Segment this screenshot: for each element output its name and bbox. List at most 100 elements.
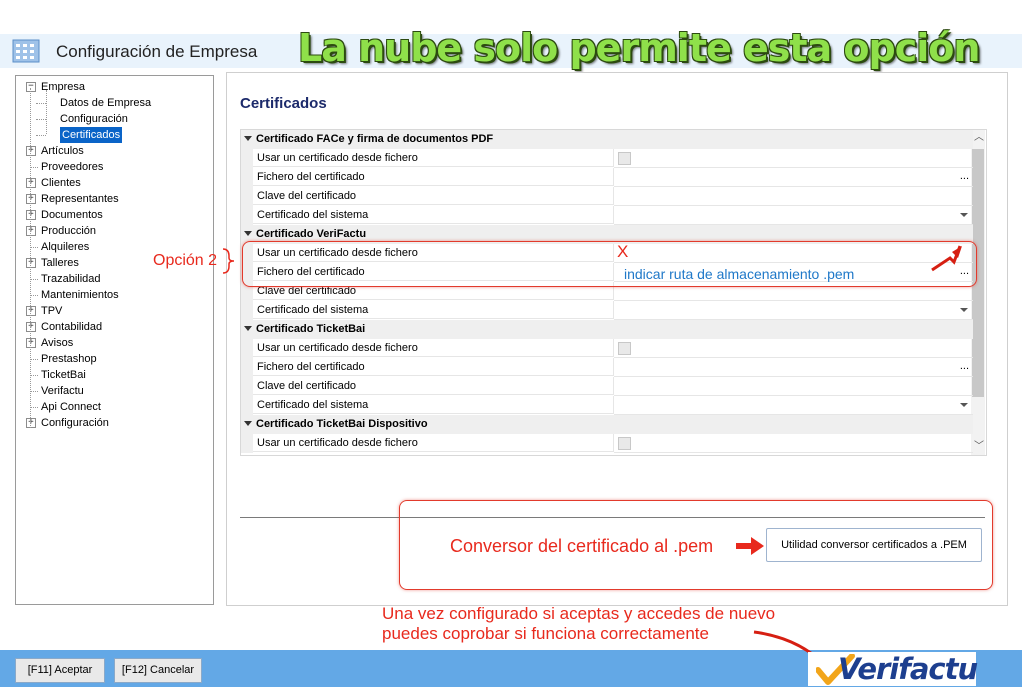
logo-text: Verifactu	[838, 652, 978, 686]
chevron-down-icon[interactable]	[960, 403, 968, 407]
grid-scrollbar[interactable]: ︿ ﹀	[971, 130, 985, 455]
tree-item-label: Representantes	[41, 193, 119, 205]
property-row[interactable]: Certificado del sistema	[241, 206, 973, 225]
tree-item-label: Certificados	[60, 127, 123, 143]
expand-icon[interactable]: +	[26, 226, 36, 236]
property-value[interactable]	[614, 339, 973, 358]
property-row[interactable]: Usar un certificado desde fichero	[241, 339, 973, 358]
property-name: Usar un certificado desde fichero	[253, 434, 614, 452]
verifactu-logo: Verifactu	[808, 652, 978, 686]
tree-item-label: Empresa	[41, 81, 86, 93]
row-gutter	[241, 377, 253, 396]
property-row[interactable]: Clave del certificado	[241, 187, 973, 206]
property-name: Clave del certificado	[253, 187, 614, 205]
tree-connector	[30, 88, 31, 428]
cancel-button[interactable]: [F12] Cancelar	[114, 658, 202, 683]
property-value[interactable]	[614, 206, 973, 225]
final-note: Una vez configurado si aceptas y accedes…	[382, 604, 775, 644]
property-value[interactable]	[614, 434, 973, 453]
tree-item-label: Api Connect	[41, 401, 101, 413]
tree-connector	[30, 247, 38, 248]
tree-connector	[30, 391, 38, 392]
collapse-icon[interactable]	[244, 421, 252, 426]
property-name: Certificado del sistema	[253, 301, 614, 319]
property-group[interactable]: Certificado TicketBai Dispositivo	[241, 415, 973, 434]
chevron-down-icon[interactable]	[960, 308, 968, 312]
property-row[interactable]: Fichero del certificado...	[241, 358, 973, 377]
tree-item-label: Trazabilidad	[41, 273, 101, 285]
property-value[interactable]	[614, 149, 973, 168]
scroll-up-icon[interactable]: ︿	[974, 133, 984, 143]
scroll-down-icon[interactable]: ﹀	[974, 442, 984, 452]
property-row[interactable]: Certificado del sistema	[241, 396, 973, 415]
collapse-icon[interactable]	[244, 136, 252, 141]
group-label: Certificado TicketBai	[256, 323, 366, 335]
tree-item-label: TPV	[41, 305, 63, 317]
property-group[interactable]: Certificado TicketBai	[241, 320, 973, 339]
checkbox[interactable]	[618, 437, 631, 450]
checkbox[interactable]	[618, 152, 631, 165]
expand-icon[interactable]: +	[26, 194, 36, 204]
building-icon	[12, 38, 40, 64]
property-row[interactable]: Usar un certificado desde fichero	[241, 149, 973, 168]
tree-connector	[30, 167, 38, 168]
property-group[interactable]: Certificado FACe y firma de documentos P…	[241, 130, 973, 149]
tree-item-label: Talleres	[41, 257, 79, 269]
property-row[interactable]: Certificado del sistema	[241, 301, 973, 320]
banner-heading: La nube solo permite esta opción	[298, 26, 980, 70]
collapse-icon[interactable]	[244, 231, 252, 236]
collapse-icon[interactable]: −	[26, 82, 36, 92]
tree-connector	[36, 119, 46, 120]
tree-connector	[36, 135, 46, 136]
tree-item-label: Proveedores	[41, 161, 104, 173]
row-gutter	[241, 339, 253, 358]
arrow-right-icon	[736, 537, 764, 555]
row-gutter	[241, 187, 253, 206]
expand-icon[interactable]: +	[26, 322, 36, 332]
converter-note: Conversor del certificado al .pem	[450, 536, 714, 556]
tree-connector	[30, 407, 38, 408]
final-note-line2: puedes coprobar si funciona correctament…	[382, 624, 709, 643]
collapse-icon[interactable]	[244, 326, 252, 331]
ellipsis-button[interactable]: ...	[960, 168, 969, 184]
property-value[interactable]	[614, 377, 973, 396]
tree-item-label: Datos de Empresa	[60, 97, 152, 109]
expand-icon[interactable]: +	[26, 146, 36, 156]
property-name: Certificado del sistema	[253, 206, 614, 224]
property-value[interactable]: ...	[614, 168, 973, 187]
property-value[interactable]	[614, 301, 973, 320]
section-title: Certificados	[240, 95, 327, 112]
expand-icon[interactable]: +	[26, 418, 36, 428]
property-value[interactable]: ...	[614, 358, 973, 377]
expand-icon[interactable]: +	[26, 258, 36, 268]
tree-item-label: Configuración	[41, 417, 109, 429]
row-gutter	[241, 168, 253, 187]
property-row[interactable]: Usar un certificado desde fichero	[241, 434, 973, 453]
tree-connector	[36, 103, 46, 104]
tree-item-label: Verifactu	[41, 385, 84, 397]
property-name: Fichero del certificado	[253, 358, 614, 376]
property-row[interactable]: Fichero del certificado...	[241, 168, 973, 187]
expand-icon[interactable]: +	[26, 306, 36, 316]
tree-item-label: Contabilidad	[41, 321, 103, 333]
arrow-to-ellipsis-icon	[931, 245, 962, 272]
path-hint: indicar ruta de almacenamiento .pem	[624, 266, 855, 282]
property-name: Fichero del certificado	[253, 168, 614, 186]
expand-icon[interactable]: +	[26, 178, 36, 188]
chevron-down-icon[interactable]	[960, 213, 968, 217]
tree-item-label: TicketBai	[41, 369, 86, 381]
property-value[interactable]	[614, 187, 973, 206]
expand-icon[interactable]: +	[26, 210, 36, 220]
accept-button[interactable]: [F11] Aceptar	[15, 658, 105, 683]
property-row[interactable]: Clave del certificado	[241, 377, 973, 396]
property-grid: ︿ ﹀ Certificado FACe y firma de document…	[240, 129, 987, 456]
ellipsis-button[interactable]: ...	[960, 358, 969, 374]
property-value[interactable]	[614, 396, 973, 415]
tree-item-label: Producción	[41, 225, 97, 237]
tree-item-label: Prestashop	[41, 353, 97, 365]
row-gutter	[241, 434, 253, 453]
expand-icon[interactable]: +	[26, 338, 36, 348]
checkbox[interactable]	[618, 342, 631, 355]
row-gutter	[241, 301, 253, 320]
row-gutter	[241, 149, 253, 168]
